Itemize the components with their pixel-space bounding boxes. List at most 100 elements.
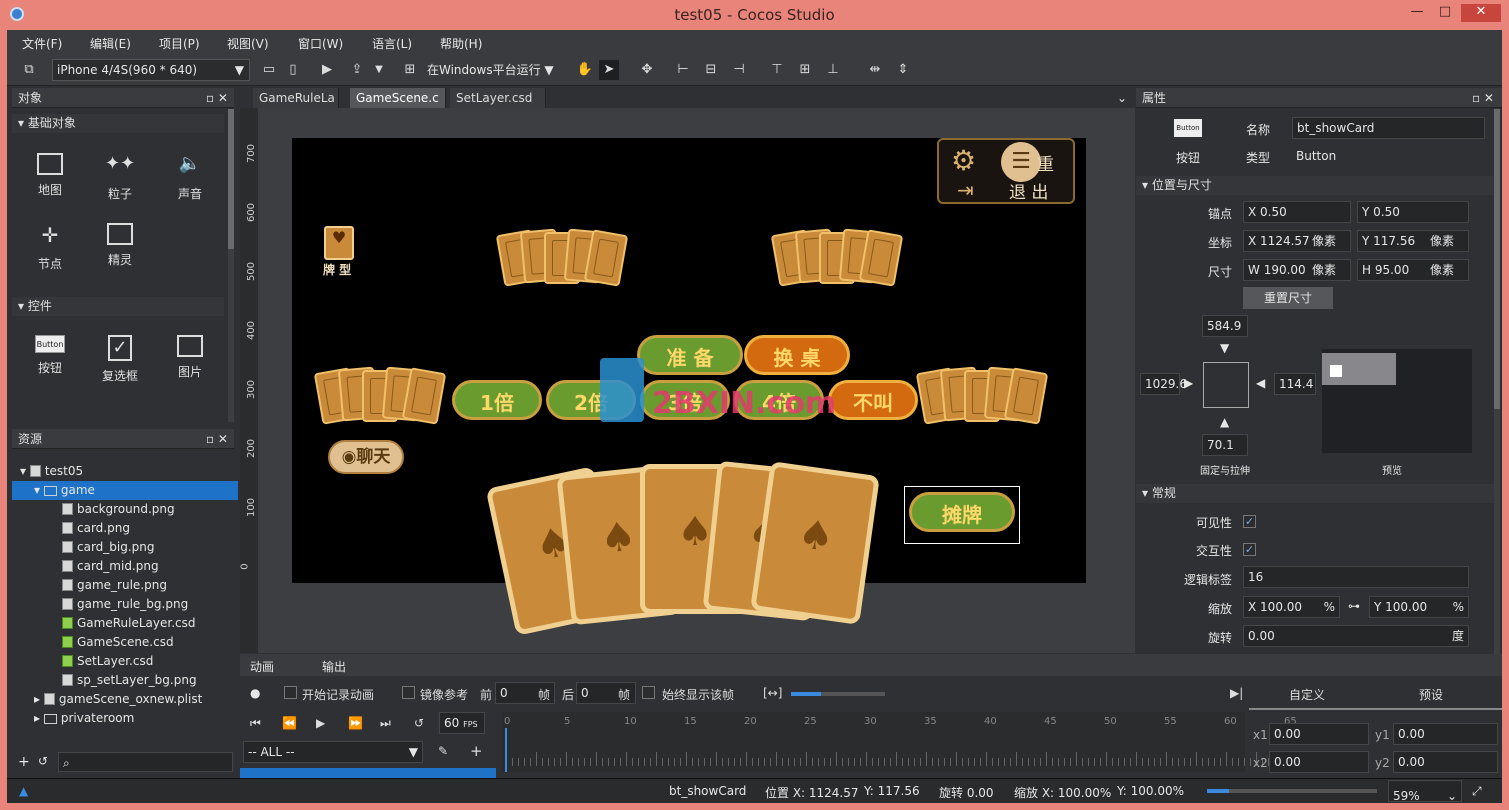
reset-size-button[interactable]: 重置尺寸 (1243, 287, 1333, 309)
prev-keyframe-icon[interactable]: ⏪ (282, 716, 297, 730)
last-frame-icon[interactable]: ⏭ (380, 716, 391, 731)
menu-language[interactable]: 语言(L) (372, 35, 412, 52)
anchor-pin-bottom-icon[interactable]: ▲ (1220, 415, 1229, 429)
resource-item[interactable]: game_rule.png (12, 576, 238, 595)
close-button[interactable]: ✕ (1461, 4, 1501, 22)
object-particle[interactable]: ✦✦ 粒子 (90, 153, 150, 202)
rotation-input[interactable]: 0.00 度 (1243, 625, 1469, 647)
refresh-icon[interactable]: ↺ (38, 754, 48, 768)
resource-item[interactable]: GameRuleLayer.csd (12, 614, 238, 633)
mirror-checkbox[interactable] (402, 686, 415, 699)
selection-box[interactable] (904, 486, 1020, 544)
y2-input[interactable]: 0.00 (1393, 751, 1498, 773)
panel-close-icon[interactable]: ▫ ✕ (206, 429, 228, 449)
first-frame-icon[interactable]: ⏮ (250, 716, 261, 731)
layout-anchor-box[interactable] (1203, 362, 1249, 408)
control-button[interactable]: Button 按钮 (20, 335, 80, 376)
timeline-playhead[interactable] (505, 728, 507, 772)
loop-icon[interactable]: ↺ (414, 716, 424, 730)
object-map[interactable]: 地图 (20, 153, 80, 198)
properties-scrollbar[interactable] (1494, 109, 1500, 654)
object-sound[interactable]: 🔈 声音 (160, 153, 220, 202)
align-center-v-icon[interactable]: ⊞ (795, 60, 815, 80)
scene-canvas[interactable]: 700 600 500 400 300 200 100 0 ⚙ ☰ 重 ⇥ 退 出 ♥ 牌 型… (240, 108, 1135, 653)
objects-scrollbar-thumb[interactable] (228, 109, 234, 249)
resource-item[interactable]: card_mid.png (12, 557, 238, 576)
add-track-icon[interactable]: + (470, 742, 483, 760)
resource-item[interactable]: background.png (12, 500, 238, 519)
menu-file[interactable]: 文件(F) (22, 35, 62, 52)
margin-right-input[interactable]: 114.4 (1274, 373, 1316, 395)
x2-input[interactable]: 0.00 (1269, 751, 1369, 773)
add-icon[interactable]: + (18, 754, 30, 770)
anchor-pin-top-icon[interactable]: ▼ (1220, 341, 1229, 355)
next-keyframe-icon[interactable]: ⏩ (348, 716, 363, 730)
frame-range-icon[interactable]: [↔] (763, 686, 782, 700)
play-animation-icon[interactable]: ▶ (316, 716, 325, 730)
device-select[interactable]: iPhone 4/4S(960 * 640) ▼ (52, 59, 250, 81)
top-menu-panel[interactable]: ⚙ ☰ 重 ⇥ 退 出 (937, 138, 1075, 204)
gear-icon[interactable]: ⚙ (951, 144, 976, 177)
anchor-pin-left-icon[interactable]: ▶ (1184, 376, 1193, 390)
margin-top-input[interactable]: 584.9 (1202, 315, 1248, 337)
control-checkbox[interactable]: ✓ 复选框 (90, 335, 150, 384)
resource-item[interactable]: ▸ privateroom (12, 709, 238, 728)
zoom-select[interactable]: 59% ⌄ (1388, 780, 1462, 803)
always-show-checkbox[interactable] (642, 686, 655, 699)
play-end-icon[interactable]: ▶| (1230, 686, 1243, 700)
margin-left-input[interactable]: 1029.6 (1140, 373, 1187, 395)
run-platform-select[interactable]: 在Windows平台运行 ▼ (427, 61, 554, 78)
anchor-x-input[interactable]: X 0.50 (1243, 201, 1351, 223)
properties-scrollbar-thumb[interactable] (1494, 109, 1500, 409)
fps-input[interactable]: 60 FPS (439, 712, 485, 734)
resource-item[interactable]: card_big.png (12, 538, 238, 557)
align-center-h-icon[interactable]: ⊟ (701, 60, 721, 80)
name-input[interactable]: bt_showCard (1292, 117, 1485, 139)
control-image[interactable]: 图片 (160, 335, 220, 380)
size-h-input[interactable]: H 95.00 像素 (1357, 259, 1469, 281)
tab-preset[interactable]: 预设 (1419, 686, 1443, 703)
menu-help[interactable]: 帮助(H) (440, 35, 482, 52)
tag-input[interactable]: 16 (1243, 566, 1469, 588)
tabs-overflow-icon[interactable]: ⌄ (1117, 91, 1127, 105)
menu-view[interactable]: 视图(V) (227, 35, 269, 52)
new-file-icon[interactable]: ⧉ (19, 60, 39, 80)
controls-section[interactable]: ▾ 控件 (12, 297, 224, 316)
fit-screen-icon[interactable]: ⤢ (1472, 784, 1482, 799)
menu-project[interactable]: 项目(P) (159, 35, 200, 52)
resource-item[interactable]: ▾ game (12, 481, 238, 500)
position-x-input[interactable]: X 1124.57 像素 (1243, 230, 1351, 252)
record-checkbox[interactable] (284, 686, 297, 699)
node-filter-select[interactable]: -- ALL -- ▼ (243, 741, 423, 763)
menu-edit[interactable]: 编辑(E) (90, 35, 131, 52)
anim-add-icon[interactable]: ● (250, 686, 260, 700)
maximize-button[interactable]: □ (1433, 4, 1457, 22)
landscape-icon[interactable]: ▭ (259, 60, 279, 80)
play-icon[interactable]: ▶ (317, 60, 337, 80)
objects-scrollbar[interactable] (228, 109, 234, 422)
scale-x-input[interactable]: X 100.00% (1243, 596, 1340, 618)
resource-item[interactable]: ▾ test05 (12, 462, 238, 481)
bet-1x-button[interactable]: 1倍 (452, 380, 542, 420)
distribute-h-icon[interactable]: ⇹ (865, 60, 885, 80)
anchor-pin-right-icon[interactable]: ◀ (1256, 376, 1265, 390)
resource-search-input[interactable]: ⌕ (58, 752, 233, 772)
timeline-ruler[interactable]: 0 5 10 15 20 25 30 35 40 45 50 55 60 65 (502, 712, 1297, 772)
tab-gamescene[interactable]: GameScene.c ✕ (350, 88, 446, 125)
chat-button[interactable]: ◉聊天 (328, 440, 404, 474)
anchor-y-input[interactable]: Y 0.50 (1357, 201, 1469, 223)
align-left-icon[interactable]: ⊢ (673, 60, 693, 80)
visible-checkbox[interactable]: ✓ (1243, 515, 1256, 528)
size-w-input[interactable]: W 190.00 像素 (1243, 259, 1351, 281)
select-tool-icon[interactable]: ➤ (599, 60, 619, 80)
x1-input[interactable]: 0.00 (1269, 723, 1369, 745)
warning-icon[interactable]: ▲ (19, 784, 28, 798)
margin-bottom-input[interactable]: 70.1 (1202, 434, 1248, 456)
timeline-zoom-slider[interactable] (791, 692, 885, 696)
position-size-section[interactable]: ▾ 位置与尺寸 (1136, 176, 1494, 195)
align-bottom-icon[interactable]: ⊥ (823, 60, 843, 80)
tab-setlayer[interactable]: SetLayer.csd ✕ (450, 88, 546, 125)
object-sprite[interactable]: 精灵 (90, 223, 150, 268)
publish-icon[interactable]: ⇪ (347, 60, 367, 80)
general-section[interactable]: ▾ 常规 (1136, 484, 1494, 503)
